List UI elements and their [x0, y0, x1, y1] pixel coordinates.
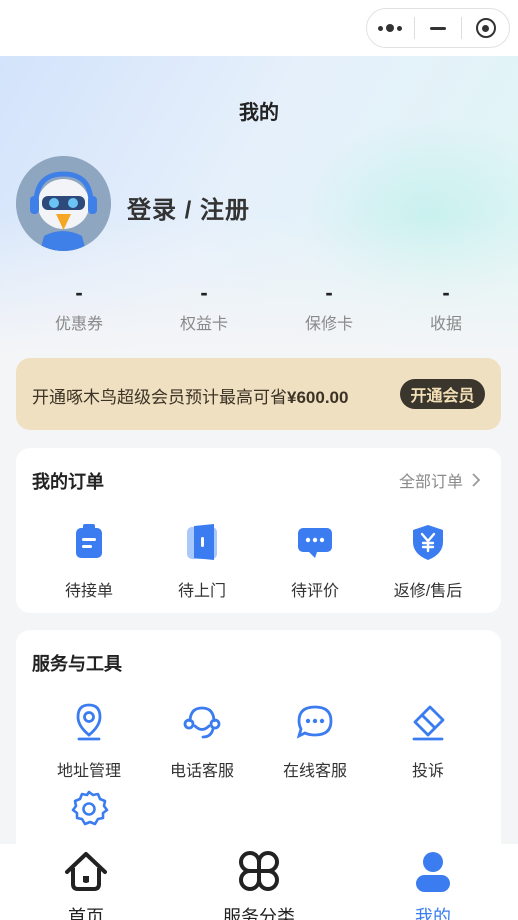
close-mini-program-button[interactable] [462, 8, 509, 48]
order-item-label: 返修/售后 [393, 583, 463, 600]
stat-value: - [325, 280, 333, 305]
order-repair-aftersale[interactable]: 返修/售后 [368, 522, 488, 601]
vip-promo-prefix: 开通啄木鸟超级会员预计最高可省 [32, 388, 287, 407]
home-icon [65, 852, 107, 891]
all-orders-label: 全部订单 [398, 474, 463, 491]
login-register-link[interactable]: 登录 / 注册 [127, 190, 250, 225]
stat-receipts[interactable]: - 收据 [401, 280, 491, 334]
stat-value: - [200, 280, 208, 305]
chat-icon [298, 528, 332, 558]
gear-icon [71, 790, 109, 826]
stat-benefit-cards[interactable]: - 权益卡 [159, 280, 249, 334]
tab-label: 服务分类 [223, 907, 295, 920]
order-item-label: 待上门 [177, 583, 226, 600]
stats-row: - 优惠券 - 权益卡 - 保修卡 - 收据 [0, 280, 518, 336]
orders-title: 我的订单 [32, 472, 104, 492]
stat-label: 保修卡 [304, 316, 353, 333]
headset-icon [183, 706, 221, 739]
category-icon [239, 851, 279, 891]
stat-warranty-cards[interactable]: - 保修卡 [284, 280, 374, 334]
eraser-icon [412, 705, 445, 741]
tab-mine[interactable]: 我的 [373, 848, 493, 920]
chevron-right-icon [472, 473, 481, 487]
tools-title: 服务与工具 [32, 654, 122, 674]
tool-item-label: 投诉 [411, 763, 444, 780]
more-menu-button[interactable] [367, 8, 414, 48]
bird-mascot-icon [16, 156, 111, 251]
door-icon [187, 524, 217, 560]
stat-coupons[interactable]: - 优惠券 [34, 280, 124, 334]
chat-bubble-icon [296, 705, 333, 739]
my-orders-card: 我的订单 全部订单 待接单 待上门 待评价 返修/售后 [16, 448, 501, 613]
minimize-icon [430, 26, 447, 30]
profile-page: 我的 登录 / 注册 - 优惠券 - 权益卡 - 保修卡 - 收据 开通啄木鸟超… [0, 0, 518, 920]
stat-label: 权益卡 [179, 316, 228, 333]
all-orders-link[interactable]: 全部订单 [399, 468, 481, 492]
tool-item-label: 在线客服 [282, 763, 347, 780]
stat-label: 优惠券 [54, 316, 103, 333]
vip-promo-amount: ¥600.00 [287, 388, 349, 407]
stat-value: - [75, 280, 83, 305]
vip-banner[interactable]: 开通啄木鸟超级会员预计最高可省¥600.00 开通会员 [16, 358, 501, 430]
stat-value: - [442, 280, 450, 305]
tool-online-service[interactable]: 在线客服 [255, 702, 375, 781]
order-pending-visit[interactable]: 待上门 [142, 522, 262, 601]
order-item-label: 待评价 [290, 583, 339, 600]
tool-item-label: 地址管理 [56, 763, 121, 780]
tool-complaint[interactable]: 投诉 [368, 702, 488, 781]
tool-item-label: 电话客服 [169, 763, 234, 780]
bottom-tab-bar: 首页 服务分类 我的 [0, 844, 518, 920]
shield-yen-icon [413, 525, 443, 560]
tab-label: 我的 [415, 907, 451, 920]
minimize-button[interactable] [415, 8, 462, 48]
open-vip-button[interactable]: 开通会员 [400, 379, 485, 409]
stat-label: 收据 [429, 316, 462, 333]
order-pending-review[interactable]: 待评价 [255, 522, 375, 601]
target-icon [475, 18, 496, 38]
page-title: 我的 [239, 102, 279, 124]
tool-phone-service[interactable]: 电话客服 [142, 702, 262, 781]
profile-icon [416, 852, 450, 892]
avatar[interactable] [16, 156, 111, 251]
tool-address-management[interactable]: 地址管理 [29, 702, 149, 781]
system-top-bar [0, 0, 518, 56]
tab-label: 首页 [68, 907, 104, 920]
clipboard-icon [76, 524, 102, 558]
vip-promo-text: 开通啄木鸟超级会员预计最高可省¥600.00 [32, 383, 348, 408]
tab-home[interactable]: 首页 [26, 848, 146, 920]
order-item-label: 待接单 [64, 583, 113, 600]
location-pin-icon [76, 703, 102, 741]
mini-program-capsule [366, 8, 510, 48]
more-dots-icon [378, 24, 403, 32]
order-pending-accept[interactable]: 待接单 [29, 522, 149, 601]
tab-service-category[interactable]: 服务分类 [199, 848, 319, 920]
